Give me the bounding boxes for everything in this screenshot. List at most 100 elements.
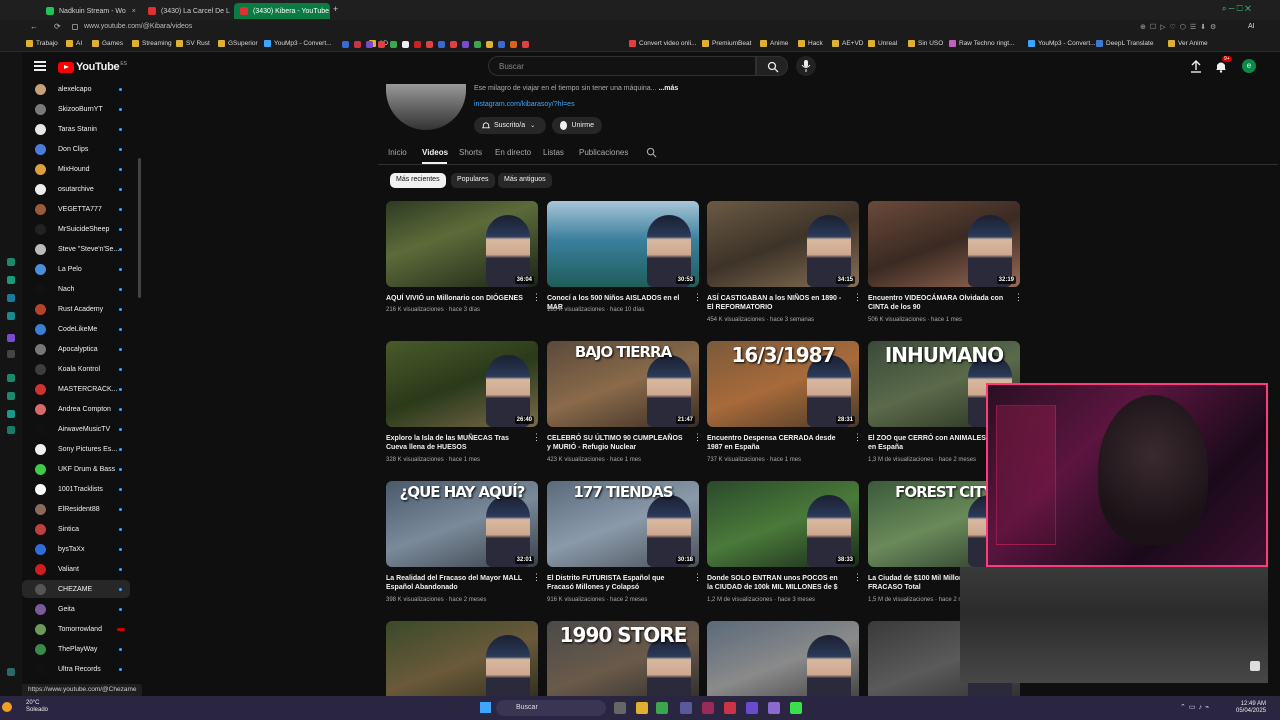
video-card[interactable]: 38:33 Donde SOLO ENTRAN unos POCOS en la … (707, 481, 859, 611)
sidebar-subscription[interactable]: Rust Academy (22, 300, 130, 318)
bookmark-item[interactable]: Streaming (132, 40, 172, 47)
sidebar-subscription[interactable]: MixHound (22, 160, 130, 178)
bookmark-item[interactable]: Convert video onli... (629, 40, 696, 47)
sidebar-subscription[interactable]: Apocalyptica (22, 340, 130, 358)
sidebar-subscription[interactable]: Valiant (22, 560, 130, 578)
sidebar-subscription[interactable]: Sony Pictures Es... (22, 440, 130, 458)
video-card[interactable]: BAJO TIERRA 21:47 CELEBRÓ SU ÚLTIMO 90 CUM… (547, 341, 699, 471)
chrome-icon[interactable] (656, 702, 668, 714)
extension-icon[interactable] (7, 392, 15, 400)
bookmark-item[interactable]: GSuperior (218, 40, 258, 47)
bookmark-favicon-icon[interactable] (474, 41, 481, 48)
chip-mas-antiguos[interactable]: Más antiguos (498, 173, 552, 188)
more-link[interactable]: ...más (658, 85, 678, 92)
bookmark-favicon-icon[interactable] (486, 41, 493, 48)
sidebar-subscription[interactable]: bysTaXx (22, 540, 130, 558)
tab-listas[interactable]: Listas (543, 148, 564, 157)
sidebar-subscription[interactable]: SkizooBurnYT (22, 100, 130, 118)
app-icon[interactable] (724, 702, 736, 714)
video-title[interactable]: Encuentro Despensa CERRADA desde 1987 en… (707, 434, 845, 452)
video-thumbnail[interactable] (707, 621, 859, 696)
sidebar-subscription[interactable]: ElResident88 (22, 500, 130, 518)
extension-icon[interactable] (7, 668, 15, 676)
more-options-icon[interactable]: ⋮ (693, 573, 699, 582)
sidebar-subscription[interactable]: ThePlayWay (22, 640, 130, 658)
video-thumbnail[interactable]: 16/3/1987 28:31 (707, 341, 859, 427)
sidebar-subscription[interactable]: Geita (22, 600, 130, 618)
video-thumbnail[interactable]: 32:19 (868, 201, 1020, 287)
video-title[interactable]: Donde SOLO ENTRAN unos POCOS en la CIUDA… (707, 574, 845, 592)
sidebar-subscription[interactable]: alexelcapo (22, 80, 130, 98)
video-card[interactable]: 36:04 AQUÍ VIVIÓ un Millonario con DIÓGEN… (386, 201, 538, 331)
tab-publicaciones[interactable]: Publicaciones (579, 148, 628, 157)
subscribed-button[interactable]: Suscrito/a ⌄ (474, 117, 546, 134)
bookmark-favicon-icon[interactable] (402, 41, 409, 48)
bookmark-item[interactable]: Ver Anime (1168, 40, 1208, 47)
bookmark-item[interactable]: Games (92, 40, 123, 47)
more-options-icon[interactable]: ⋮ (1014, 293, 1020, 302)
weather-widget[interactable]: 20°C Soleado (26, 700, 48, 714)
channel-description[interactable]: Ese milagro de viajar en el tiempo sin t… (474, 85, 678, 92)
bookmark-favicon-icon[interactable] (426, 41, 433, 48)
sidebar-subscription[interactable]: Nach (22, 280, 130, 298)
bookmark-favicon-icon[interactable] (522, 41, 529, 48)
sidebar-subscription[interactable]: Sintica (22, 520, 130, 538)
video-title[interactable]: La Realidad del Fracaso del Mayor MALL E… (386, 574, 524, 592)
chip-populares[interactable]: Populares (451, 173, 495, 188)
video-thumbnail[interactable]: 177 TIENDAS 30:18 (547, 481, 699, 567)
search-button[interactable] (756, 56, 788, 76)
bookmark-favicon-icon[interactable] (462, 41, 469, 48)
bookmark-item[interactable]: SV Rust (176, 40, 210, 47)
x-icon[interactable] (7, 350, 15, 358)
sidebar-subscription[interactable]: Don Clips (22, 140, 130, 158)
search-input[interactable]: Buscar (488, 56, 756, 76)
video-thumbnail[interactable]: BAJO TIERRA 21:47 (547, 341, 699, 427)
bookmark-favicon-icon[interactable] (438, 41, 445, 48)
more-options-icon[interactable]: ⋮ (853, 573, 859, 582)
bookmark-favicon-icon[interactable] (414, 41, 421, 48)
reload-icon[interactable]: ⟳ (54, 22, 61, 31)
task-view-icon[interactable] (614, 702, 626, 714)
sidebar-subscription[interactable]: CodeLikeMe (22, 320, 130, 338)
extension-icon[interactable] (7, 334, 15, 342)
video-title[interactable]: Exploro la Isla de las MUÑECAS Tras Cuev… (386, 434, 524, 452)
bookmark-favicon-icon[interactable] (378, 41, 385, 48)
bookmark-item[interactable]: PremiumBeat (702, 40, 751, 47)
weather-icon[interactable] (2, 702, 12, 712)
sidebar-subscription[interactable]: Taras Stanin (22, 120, 130, 138)
close-icon[interactable]: × (126, 8, 136, 15)
tab-en-directo[interactable]: En directo (495, 148, 531, 157)
close-icon[interactable]: × (230, 8, 232, 15)
browser-tab[interactable]: (3430) La Carcel De L × (142, 3, 232, 19)
voice-search-button[interactable] (796, 56, 816, 76)
video-title[interactable]: Encuentro VIDEOCÁMARA Olvidada con CINTA… (868, 294, 1006, 312)
sidebar-subscription[interactable]: Andrea Compton (22, 400, 130, 418)
tab-inicio[interactable]: Inicio (388, 148, 407, 157)
bookmark-favicon-icon[interactable] (354, 41, 361, 48)
video-thumbnail[interactable]: ¿QUE HAY AQUÍ? 32:01 (386, 481, 538, 567)
bookmark-item[interactable]: DeepL Translate (1096, 40, 1153, 47)
video-card[interactable]: 16/3/1987 28:31 Encuentro Despensa CERRADA… (707, 341, 859, 471)
bookmark-favicon-icon[interactable] (498, 41, 505, 48)
bookmark-item[interactable]: Trabajo (26, 40, 58, 47)
extension-icon[interactable] (7, 374, 15, 382)
notifications-button[interactable]: 9+ (1215, 56, 1232, 78)
extension-icon[interactable] (7, 312, 15, 320)
bookmark-item[interactable]: YouMp3 - Convert... (264, 40, 332, 47)
url-field[interactable]: www.youtube.com/@Kibara/videos (84, 23, 192, 30)
bookmark-favicon-icon[interactable] (366, 41, 373, 48)
more-options-icon[interactable]: ⋮ (693, 293, 699, 302)
tab-shorts[interactable]: Shorts (459, 148, 482, 157)
video-title[interactable]: CELEBRÓ SU ÚLTIMO 90 CUMPLEAÑOS y MURIÓ … (547, 434, 685, 452)
sidebar-scrollbar[interactable] (138, 158, 141, 298)
more-options-icon[interactable]: ⋮ (532, 293, 538, 302)
bookmark-favicon-icon[interactable] (342, 41, 349, 48)
back-icon[interactable]: ← (30, 22, 38, 31)
video-card[interactable] (386, 621, 538, 696)
window-controls-icon[interactable]: ⌕ ─ ☐ ✕ (1222, 4, 1251, 14)
app-icon[interactable] (680, 702, 692, 714)
video-card[interactable]: 30:53 Conocí a los 500 Niños AISLADOS en … (547, 201, 699, 331)
video-title[interactable]: AQUÍ VIVIÓ un Millonario con DIÓGENES (386, 294, 524, 303)
tab-videos[interactable]: Videos (422, 148, 448, 157)
bookmark-item[interactable]: Hack (798, 40, 823, 47)
